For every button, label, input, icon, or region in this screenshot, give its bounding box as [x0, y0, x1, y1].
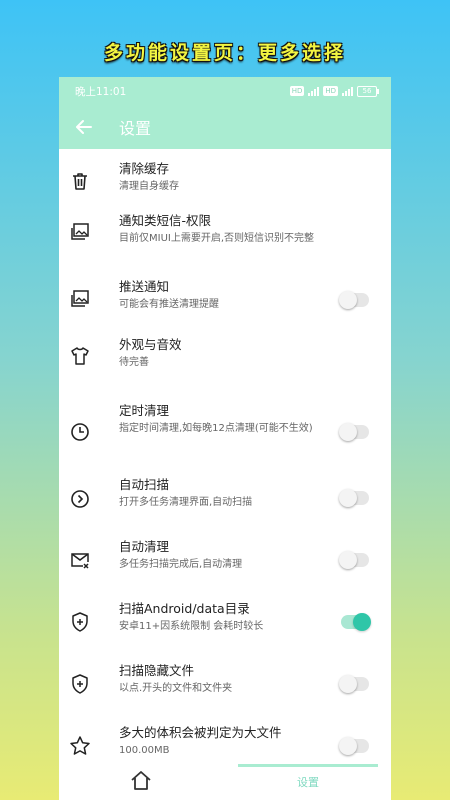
large-file-toggle[interactable] [339, 737, 369, 755]
trash-icon [69, 170, 91, 192]
page-title: 设置 [119, 119, 152, 138]
setting-title: 定时清理 [119, 403, 170, 418]
phone-screen: 晚上11:01 HD HD 56 设置 清除缓存清理自身缓存 通知类短信-权限目… [59, 77, 391, 800]
shirt-icon [69, 345, 91, 367]
settings-list: 清除缓存清理自身缓存 通知类短信-权限目前仅MIUI上需要开启,否则短信识别不完… [59, 149, 391, 777]
setting-subtitle: 指定时间清理,如每晚12点清理(可能不生效) [119, 423, 313, 434]
shield-plus-icon [69, 673, 91, 695]
setting-scan-android-data[interactable]: 扫描Android/data目录安卓11+因系统限制 会耗时较长 [59, 593, 391, 655]
setting-auto-clean[interactable]: 自动清理 多任务扫描完成后,自动清理 [59, 531, 391, 593]
nav-settings-tab[interactable]: 设置 [283, 774, 333, 790]
setting-auto-scan[interactable]: 自动扫描 打开多任务清理界面,自动扫描 [59, 469, 391, 531]
setting-subtitle: 安卓11+因系统限制 会耗时较长 [119, 621, 264, 632]
toggle-knob [339, 737, 357, 755]
setting-title: 扫描隐藏文件 [119, 663, 195, 678]
setting-subtitle: 待完善 [119, 357, 149, 368]
nav-active-indicator [238, 764, 378, 767]
battery-icon: 56 [357, 85, 379, 97]
back-arrow-icon[interactable] [73, 116, 95, 138]
auto-scan-toggle[interactable] [339, 489, 369, 507]
auto-clean-toggle[interactable] [339, 551, 369, 569]
toggle-knob [339, 423, 357, 441]
setting-scheduled-clean[interactable]: 定时清理指定时间清理,如每晚12点清理(可能不生效) [59, 389, 391, 469]
shield-plus-icon [69, 611, 91, 633]
setting-appearance[interactable]: 外观与音效 待完善 [59, 331, 391, 389]
image-stack-icon [69, 221, 91, 243]
status-icons: HD HD 56 [289, 85, 379, 97]
setting-title: 多大的体积会被判定为大文件 [119, 725, 282, 740]
signal-icon-2 [342, 86, 353, 96]
status-bar: 晚上11:01 HD HD 56 [59, 77, 391, 105]
signal-icon [308, 86, 320, 96]
setting-title: 清除缓存 [119, 161, 170, 176]
setting-title: 通知类短信-权限 [119, 213, 212, 228]
toggle-knob [339, 551, 357, 569]
setting-scan-hidden-files[interactable]: 扫描隐藏文件 以点.开头的文件和文件夹 [59, 655, 391, 717]
setting-title: 扫描Android/data目录 [119, 601, 250, 616]
push-notification-toggle[interactable] [339, 291, 369, 309]
setting-title: 外观与音效 [119, 337, 182, 352]
toggle-knob [339, 675, 357, 693]
scan-android-data-toggle[interactable] [341, 613, 371, 631]
circle-chevron-icon [69, 488, 91, 510]
bottom-nav: 设置 [59, 764, 391, 800]
mail-x-icon [69, 549, 91, 571]
clock-icon [69, 421, 91, 443]
setting-subtitle: 目前仅MIUI上需要开启,否则短信识别不完整 [119, 233, 315, 244]
toggle-knob [339, 291, 357, 309]
image-stack-icon [69, 288, 91, 310]
scan-hidden-files-toggle[interactable] [339, 675, 369, 693]
toolbar: 设置 [59, 105, 391, 149]
toggle-knob [353, 613, 371, 631]
setting-sms-permission[interactable]: 通知类短信-权限目前仅MIUI上需要开启,否则短信识别不完整 [59, 209, 391, 273]
promo-banner: 多功能设置页：更多选择 [103, 42, 346, 64]
setting-clear-cache[interactable]: 清除缓存清理自身缓存 [59, 149, 391, 209]
star-icon [69, 735, 91, 757]
hd-badge: HD [289, 86, 305, 96]
setting-push-notification[interactable]: 推送通知 可能会有推送清理提醒 [59, 273, 391, 331]
status-time: 晚上11:01 [75, 85, 127, 98]
home-icon[interactable] [129, 769, 153, 793]
setting-title: 自动扫描 [119, 477, 170, 492]
setting-title: 推送通知 [119, 279, 170, 294]
toggle-knob [339, 489, 357, 507]
hd-badge-2: HD [323, 86, 338, 96]
scheduled-clean-toggle[interactable] [339, 423, 369, 441]
setting-subtitle: 清理自身缓存 [119, 181, 179, 192]
setting-title: 自动清理 [119, 539, 170, 554]
